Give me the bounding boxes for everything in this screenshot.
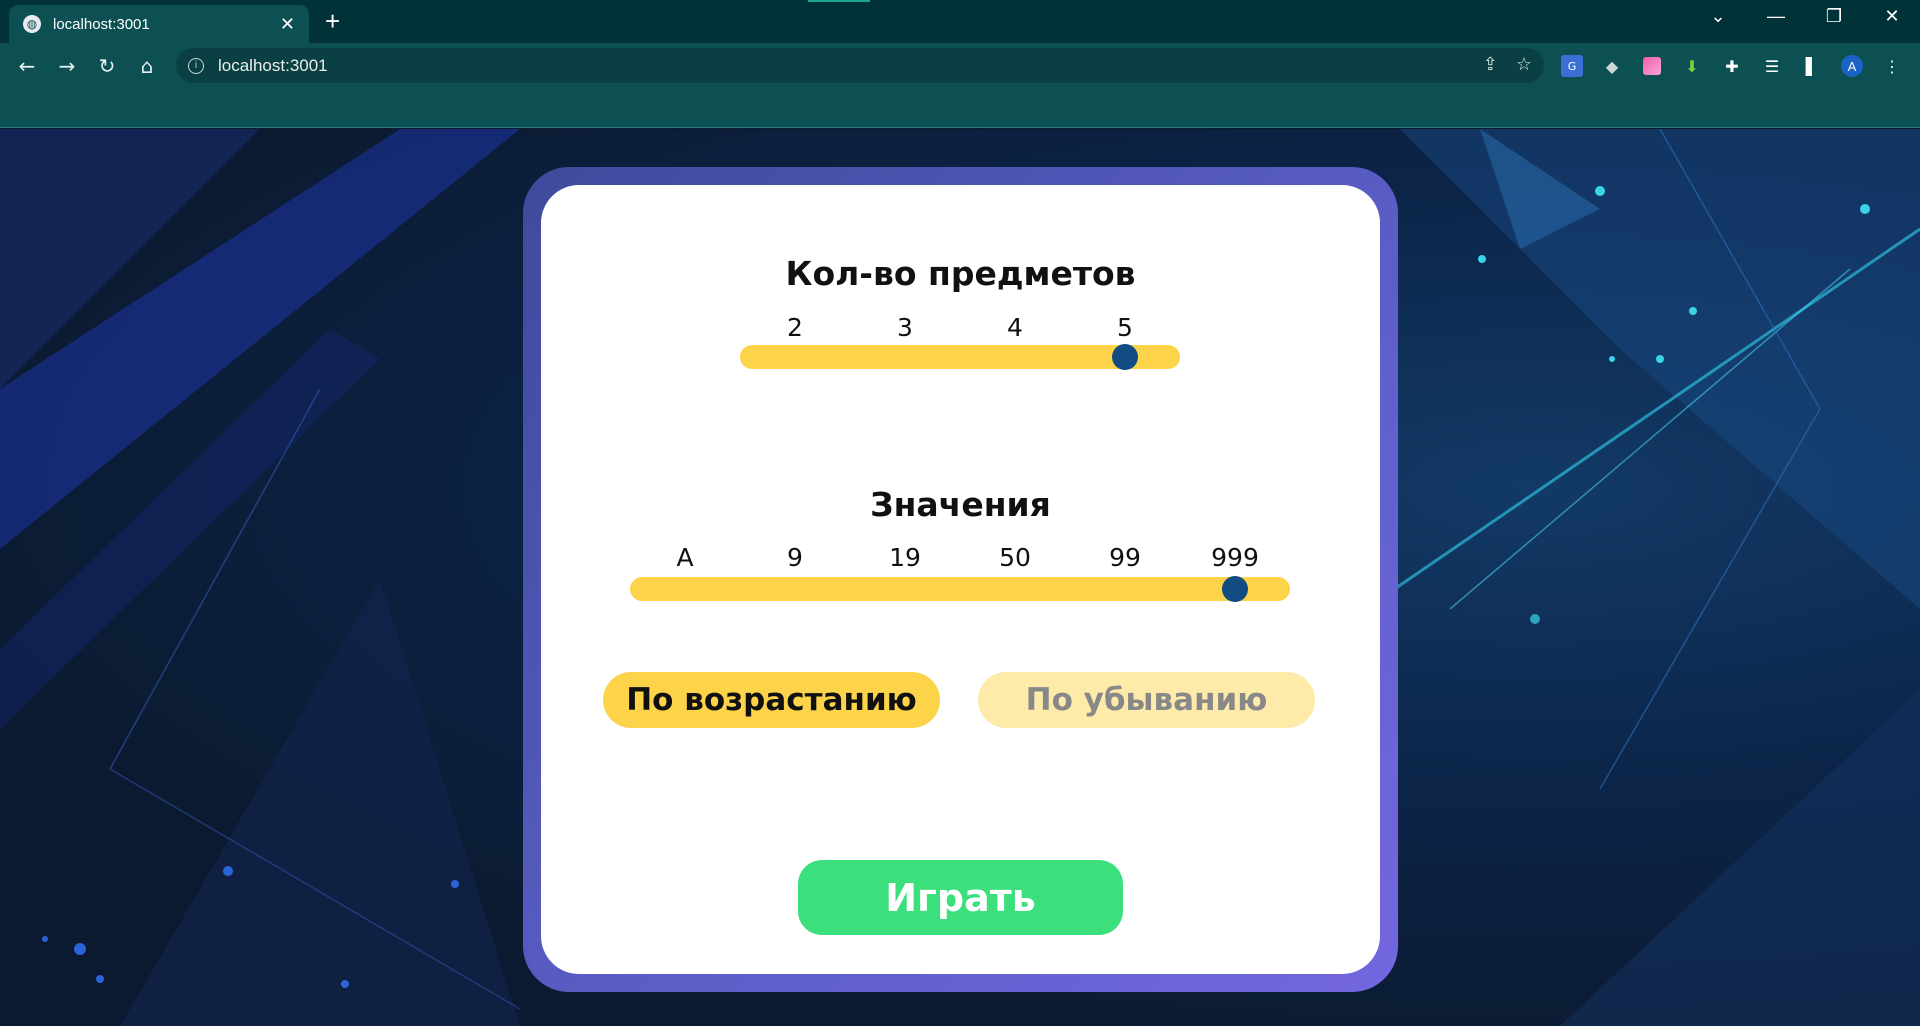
profile-avatar[interactable]: A <box>1841 55 1863 77</box>
settings-card: Кол-во предметов 2 3 4 5 Значения A 9 19… <box>541 185 1380 974</box>
count-tick: 3 <box>897 313 913 342</box>
download-extension-icon[interactable]: ⬇ <box>1681 55 1703 77</box>
gradient-extension-icon[interactable] <box>1641 55 1663 77</box>
browser-menu-icon[interactable]: ⋮ <box>1881 55 1903 77</box>
values-tick: A <box>676 543 694 572</box>
count-title: Кол-во предметов <box>785 254 1136 293</box>
minimize-button[interactable]: — <box>1756 6 1796 27</box>
count-tick: 4 <box>1007 313 1023 342</box>
globe-icon: ◍ <box>23 15 41 33</box>
tab-title: localhost:3001 <box>53 15 150 33</box>
tab-close-icon[interactable]: ✕ <box>280 14 295 35</box>
close-window-button[interactable]: ✕ <box>1872 6 1912 27</box>
bookmarks-bar <box>0 88 1920 128</box>
values-tick: 99 <box>1109 543 1141 572</box>
media-queue-icon[interactable]: ☰ <box>1761 55 1783 77</box>
home-button[interactable]: ⌂ <box>132 52 162 80</box>
sort-descending-button[interactable]: По убыванию <box>978 672 1315 728</box>
play-button[interactable]: Играть <box>798 860 1123 935</box>
new-tab-button[interactable]: + <box>325 8 340 34</box>
back-button[interactable]: ← <box>12 52 42 80</box>
address-bar[interactable]: i localhost:3001 ⇪ ☆ <box>176 48 1544 83</box>
browser-tab[interactable]: ◍ localhost:3001 ✕ <box>9 5 309 43</box>
forward-button[interactable]: → <box>52 52 82 80</box>
sort-ascending-button[interactable]: По возрастанию <box>603 672 940 728</box>
values-tick: 9 <box>787 543 803 572</box>
translate-extension-icon[interactable]: G <box>1561 55 1583 77</box>
site-info-icon[interactable]: i <box>188 57 204 74</box>
count-slider-thumb[interactable] <box>1112 344 1138 370</box>
cube-extension-icon[interactable]: ◆ <box>1601 55 1623 77</box>
values-title: Значения <box>870 485 1051 524</box>
count-tick: 5 <box>1117 313 1133 342</box>
reload-button[interactable]: ↻ <box>92 52 122 80</box>
count-tick: 2 <box>787 313 803 342</box>
values-tick: 999 <box>1211 543 1259 572</box>
values-slider-track[interactable] <box>630 577 1290 601</box>
url-text: localhost:3001 <box>218 55 328 75</box>
values-tick: 19 <box>889 543 921 572</box>
tab-indicator <box>808 0 870 2</box>
extensions-puzzle-icon[interactable]: ✚ <box>1721 55 1743 77</box>
restore-button[interactable]: ❐ <box>1814 6 1854 27</box>
browser-titlebar: ◍ localhost:3001 ✕ + ⌄ — ❐ ✕ <box>0 0 1920 43</box>
bookmark-star-icon[interactable]: ☆ <box>1516 54 1532 75</box>
share-icon[interactable]: ⇪ <box>1483 54 1498 75</box>
browser-toolbar: ← → ↻ ⌂ i localhost:3001 ⇪ ☆ G ◆ ⬇ ✚ ☰ ▌… <box>0 43 1920 88</box>
values-tick: 50 <box>999 543 1031 572</box>
tab-search-icon[interactable]: ⌄ <box>1698 6 1738 27</box>
values-slider-thumb[interactable] <box>1222 576 1248 602</box>
side-panel-icon[interactable]: ▌ <box>1801 55 1823 77</box>
